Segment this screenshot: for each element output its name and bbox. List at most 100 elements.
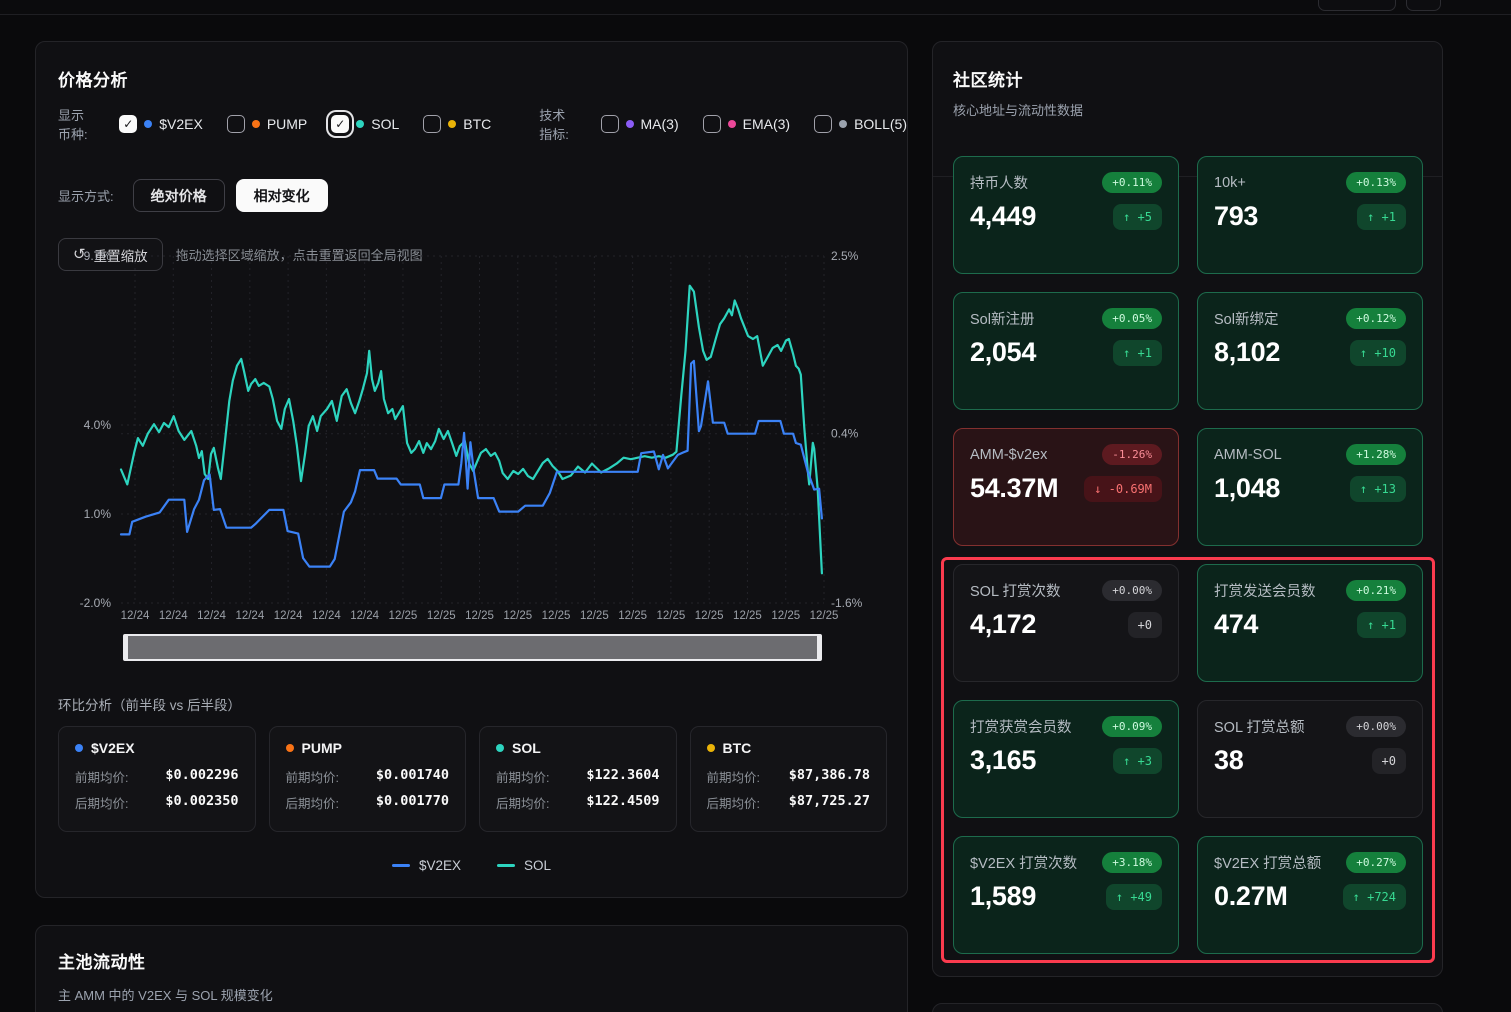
stat-value: 1,589 <box>970 881 1036 912</box>
mode-button-active[interactable]: 相对变化 <box>236 179 328 212</box>
coin-toggle-label: $V2EX <box>159 116 203 132</box>
checkbox-unchecked[interactable] <box>423 115 441 133</box>
chart-legend: $V2EX SOL <box>36 858 907 873</box>
right-axis-label: -1.6% <box>831 596 863 610</box>
avg-price-label: 前期均价: <box>286 767 339 786</box>
checkbox-checked[interactable]: ✓ <box>119 115 137 133</box>
stat-label: 10k+ <box>1214 175 1246 191</box>
avg-price-value: $0.002350 <box>165 793 238 812</box>
coin-toggle-v2ex[interactable]: ✓ $V2EX <box>119 115 203 133</box>
coin-toggle-btc[interactable]: BTC <box>423 115 491 133</box>
x-tick-label: 12/25 <box>503 610 532 622</box>
indicator-toggle-label: MA(3) <box>641 116 679 132</box>
delta-badge: ↑ +10 <box>1350 340 1406 366</box>
stat-card-: 打赏获赏会员数+0.09%3,165↑ +3 <box>953 700 1179 818</box>
x-tick-label: 12/25 <box>542 610 571 622</box>
x-tick-label: 12/24 <box>274 610 303 622</box>
chart-scrollbar[interactable] <box>123 634 822 661</box>
right-axis-label: 2.5% <box>831 249 859 263</box>
x-tick-label: 12/24 <box>159 610 188 622</box>
stat-label: $V2EX 打赏次数 <box>970 852 1077 873</box>
comparison-cards-row: $V2EX前期均价:$0.002296后期均价:$0.002350PUMP前期均… <box>58 726 887 832</box>
liquidity-panel: 主池流动性 主 AMM 中的 V2EX 与 SOL 规模变化 <box>35 925 908 1012</box>
x-tick-label: 12/25 <box>465 610 494 622</box>
stat-label: SOL 打赏次数 <box>970 580 1061 601</box>
topbar-button-small[interactable] <box>1406 0 1441 11</box>
stat-value: 38 <box>1214 745 1243 776</box>
avg-price-value: $87,725.27 <box>789 793 870 812</box>
left-axis-label: 9.7% <box>84 249 112 263</box>
delta-badge: ↑ +5 <box>1113 204 1162 230</box>
stat-label: 持币人数 <box>970 172 1028 193</box>
avg-price-label: 后期均价: <box>707 793 760 812</box>
percent-change-badge: -1.26% <box>1102 444 1162 465</box>
avg-price-value: $87,386.78 <box>789 767 870 786</box>
indicator-toggle-ema3[interactable]: EMA(3) <box>703 115 790 133</box>
stat-card-: 持币人数 +0.11% 4,449 ↑ +5 <box>953 156 1179 274</box>
series-line-sol <box>121 286 822 574</box>
avg-price-label: 后期均价: <box>75 793 128 812</box>
stat-label: Sol新绑定 <box>1214 308 1278 329</box>
mode-row-label: 显示方式: <box>58 186 114 205</box>
left-axis-label: -2.0% <box>80 596 112 610</box>
percent-change-badge: +0.21% <box>1346 580 1406 601</box>
next-panel-stub <box>932 1003 1443 1012</box>
stat-label: AMM-$v2ex <box>970 447 1047 463</box>
percent-change-badge: +1.28% <box>1346 444 1406 465</box>
x-tick-label: 12/25 <box>656 610 685 622</box>
comparison-coin-name: BTC <box>723 740 752 756</box>
topbar-button-large[interactable] <box>1318 0 1396 11</box>
comparison-coin-name: $V2EX <box>91 740 135 756</box>
mode-button-inactive[interactable]: 绝对价格 <box>133 179 225 212</box>
stat-value: 2,054 <box>970 337 1036 368</box>
percent-change-badge: +0.11% <box>1102 172 1162 193</box>
community-panel-subtitle: 核心地址与流动性数据 <box>953 100 1422 119</box>
liquidity-panel-subtitle: 主 AMM 中的 V2EX 与 SOL 规模变化 <box>58 985 273 1004</box>
color-dot-icon <box>728 120 736 128</box>
avg-price-value: $0.001740 <box>376 767 449 786</box>
color-dot-icon <box>356 120 364 128</box>
checkbox-unchecked[interactable] <box>601 115 619 133</box>
color-dot-icon <box>448 120 456 128</box>
coin-row-label: 显示币种: <box>58 105 95 143</box>
x-tick-label: 12/24 <box>350 610 379 622</box>
checkbox-unchecked[interactable] <box>814 115 832 133</box>
color-dot-icon <box>144 120 152 128</box>
indicator-toggle-label: EMA(3) <box>743 116 790 132</box>
checkbox-checked[interactable]: ✓ <box>331 115 349 133</box>
coin-toggle-pump[interactable]: PUMP <box>227 115 307 133</box>
avg-price-label: 前期均价: <box>496 767 549 786</box>
x-tick-label: 12/24 <box>197 610 226 622</box>
avg-price-value: $122.4509 <box>586 793 659 812</box>
top-bar <box>0 0 1511 15</box>
coin-toggle-label: BTC <box>463 116 491 132</box>
percent-change-badge: +0.13% <box>1346 172 1406 193</box>
stat-card-sol: Sol新注册+0.05%2,054↑ +1 <box>953 292 1179 410</box>
legend-item-sol[interactable]: SOL <box>497 858 551 873</box>
x-tick-label: 12/24 <box>121 610 150 622</box>
checkbox-unchecked[interactable] <box>227 115 245 133</box>
color-dot-icon <box>252 120 260 128</box>
indicator-row-label: 技术指标: <box>539 105 576 143</box>
stat-card-sol: SOL 打赏总额+0.00%38+0 <box>1197 700 1423 818</box>
avg-price-value: $0.002296 <box>165 767 238 786</box>
indicator-toggle-boll5[interactable]: BOLL(5) <box>814 115 907 133</box>
color-dot-icon <box>707 744 715 752</box>
coin-toggle-sol[interactable]: ✓SOL <box>331 115 399 133</box>
display-mode-row: 显示方式: 绝对价格相对变化 <box>58 179 328 212</box>
stat-value: 4,449 <box>970 201 1036 232</box>
delta-badge: ↑ +1 <box>1357 612 1406 638</box>
stat-value: 4,172 <box>970 609 1036 640</box>
legend-item-v2ex[interactable]: $V2EX <box>392 858 461 873</box>
delta-badge: ↑ +49 <box>1106 884 1162 910</box>
indicator-toggle-label: BOLL(5) <box>854 116 907 132</box>
avg-price-value: $0.001770 <box>376 793 449 812</box>
avg-price-value: $122.3604 <box>586 767 659 786</box>
checkbox-unchecked[interactable] <box>703 115 721 133</box>
delta-badge: ↓ -0.69M <box>1084 476 1162 502</box>
x-tick-label: 12/25 <box>771 610 800 622</box>
price-chart[interactable]: 12/2412/2412/2412/2412/2412/2412/2412/25… <box>36 242 909 634</box>
comparison-card-v2ex: $V2EX前期均价:$0.002296后期均价:$0.002350 <box>58 726 256 832</box>
avg-price-label: 后期均价: <box>496 793 549 812</box>
indicator-toggle-ma3[interactable]: MA(3) <box>601 115 679 133</box>
